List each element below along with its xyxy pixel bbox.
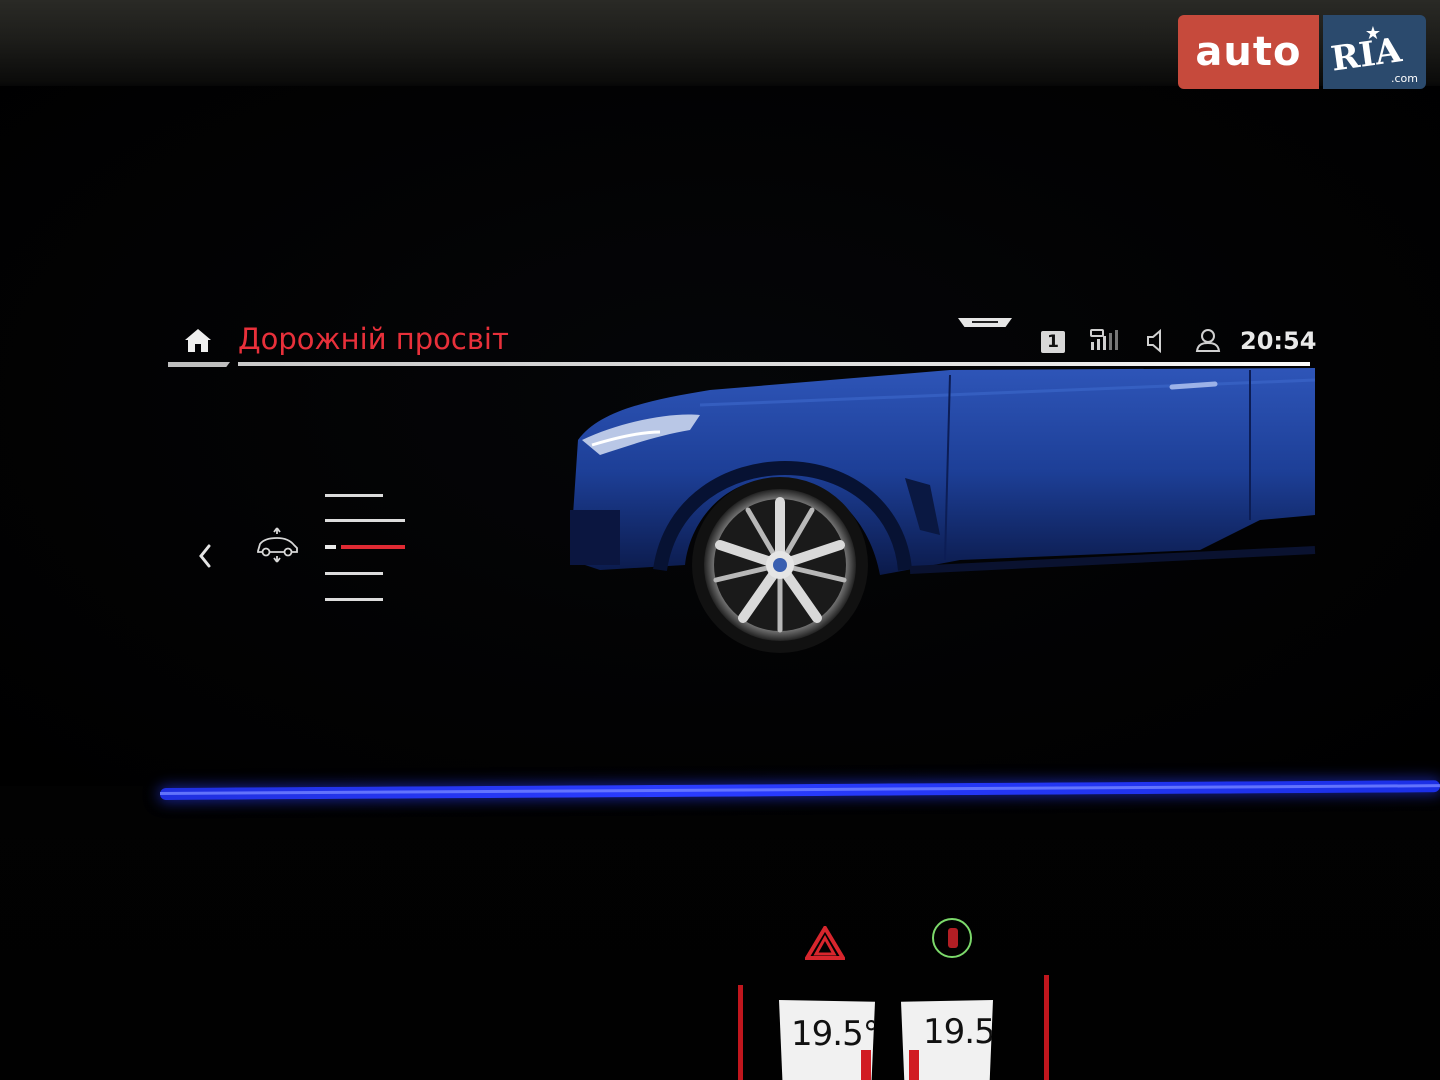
park-distance-icon bbox=[948, 928, 958, 948]
hazard-icon[interactable] bbox=[805, 926, 845, 960]
home-button[interactable] bbox=[182, 326, 214, 356]
ride-height-level-1[interactable] bbox=[325, 494, 383, 497]
pull-down-handle[interactable] bbox=[958, 318, 1012, 327]
speaker-muted-icon[interactable] bbox=[1145, 328, 1169, 354]
left-temp-display[interactable]: 19.5° bbox=[779, 1000, 875, 1080]
sim-slot-badge: 1 bbox=[1041, 331, 1065, 353]
right-temp-indicator bbox=[909, 1050, 919, 1080]
left-temp-value: 19.5° bbox=[791, 1014, 879, 1054]
park-distance-button[interactable] bbox=[932, 918, 972, 958]
infotainment-photo: auto ★ RIA .com Дорожній просвіт 1 20:54 bbox=[0, 0, 1440, 1080]
ride-height-level-3-selected[interactable] bbox=[325, 545, 405, 549]
car-side-view bbox=[570, 368, 1316, 653]
home-tab-indicator bbox=[168, 362, 230, 367]
right-temp-value: 19.5° bbox=[923, 1012, 1011, 1052]
ride-height-level-5[interactable] bbox=[325, 598, 383, 601]
autoria-watermark: auto ★ RIA .com bbox=[1178, 15, 1426, 89]
chevron-left-icon[interactable] bbox=[195, 542, 215, 570]
watermark-com-text: .com bbox=[1391, 72, 1418, 85]
climate-trim-left bbox=[738, 985, 743, 1080]
ride-height-level-2[interactable] bbox=[325, 519, 405, 522]
ride-height-level-4[interactable] bbox=[325, 572, 383, 575]
watermark-auto: auto bbox=[1178, 15, 1319, 89]
car-height-icon bbox=[257, 527, 298, 563]
right-temp-display[interactable]: 19.5° bbox=[901, 1000, 993, 1080]
page-title: Дорожній просвіт bbox=[238, 322, 509, 356]
left-temp-indicator bbox=[861, 1050, 871, 1080]
home-icon bbox=[185, 329, 211, 352]
clock: 20:54 bbox=[1240, 327, 1317, 355]
watermark-ria: ★ RIA .com bbox=[1322, 15, 1426, 89]
user-profile-icon[interactable] bbox=[1194, 328, 1222, 354]
climate-trim-right bbox=[1044, 975, 1049, 1080]
signal-icon bbox=[1090, 329, 1118, 350]
